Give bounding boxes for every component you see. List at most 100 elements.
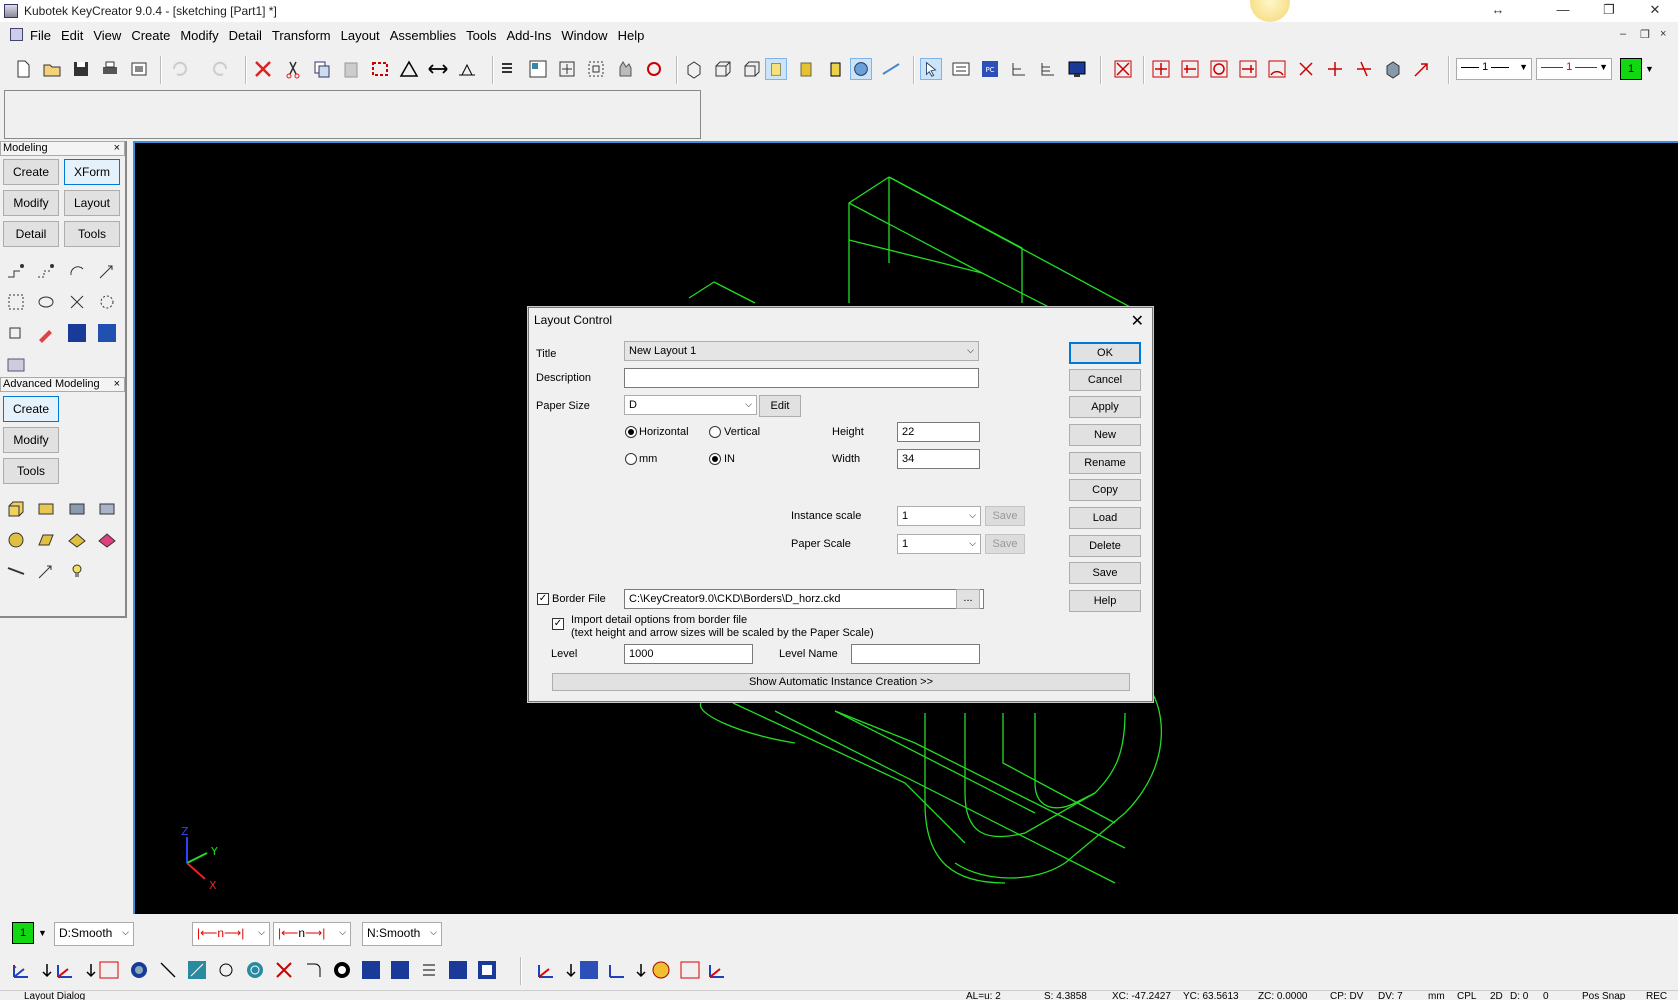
pan-hand-icon[interactable] bbox=[614, 58, 636, 80]
menu-view[interactable]: View bbox=[93, 28, 121, 43]
xform-group-icon[interactable] bbox=[96, 322, 118, 344]
surface-normal-icon[interactable] bbox=[35, 560, 57, 582]
node-tree-2-icon[interactable] bbox=[1037, 58, 1059, 80]
horizontal-radio[interactable] bbox=[625, 426, 637, 438]
mdi-minimize-button[interactable]: – bbox=[1620, 28, 1626, 40]
xform-project-icon[interactable] bbox=[96, 291, 118, 313]
smooth-shading-icon[interactable] bbox=[795, 58, 817, 80]
cplane-icon[interactable] bbox=[10, 959, 32, 981]
xform-rotate-icon[interactable] bbox=[66, 260, 88, 282]
undo-icon[interactable] bbox=[168, 58, 190, 80]
restore-button[interactable]: ❐ bbox=[1586, 0, 1632, 22]
paste-icon[interactable] bbox=[340, 58, 362, 80]
solid-loft-icon[interactable] bbox=[66, 529, 88, 551]
height-input[interactable]: 22 bbox=[897, 422, 980, 442]
modeling-layout-button[interactable]: Layout bbox=[64, 190, 120, 216]
new-file-icon[interactable] bbox=[12, 58, 34, 80]
dialog-close-icon[interactable]: ✕ bbox=[1131, 311, 1144, 331]
modeling-detail-button[interactable]: Detail bbox=[3, 221, 59, 247]
triangle-icon[interactable] bbox=[398, 58, 420, 80]
rotate-view-icon[interactable] bbox=[643, 58, 665, 80]
menu-transform[interactable]: Transform bbox=[272, 28, 331, 43]
circle-icon[interactable] bbox=[215, 959, 237, 981]
menu-assemblies[interactable]: Assemblies bbox=[390, 28, 456, 43]
level-name-input[interactable] bbox=[851, 644, 980, 664]
menu-modify[interactable]: Modify bbox=[180, 28, 218, 43]
camera-view-icon[interactable] bbox=[128, 959, 150, 981]
solid-primitive-icon[interactable] bbox=[66, 498, 88, 520]
level-input[interactable]: 1000 bbox=[624, 644, 753, 664]
cplane-z-icon[interactable] bbox=[706, 959, 728, 981]
snap-arc-icon[interactable] bbox=[1266, 58, 1288, 80]
node-tree-icon[interactable] bbox=[1008, 58, 1030, 80]
snap-midpoint-icon[interactable] bbox=[1179, 58, 1201, 80]
parallel-line-icon[interactable] bbox=[186, 959, 208, 981]
solid-pattern-icon[interactable] bbox=[96, 498, 118, 520]
line-width-dropdown[interactable]: 1 ▼ bbox=[1536, 58, 1612, 80]
minimize-button[interactable]: — bbox=[1540, 0, 1586, 22]
perspective-icon[interactable] bbox=[850, 58, 872, 80]
print-icon[interactable] bbox=[99, 58, 121, 80]
advanced-modify-button[interactable]: Modify bbox=[3, 427, 59, 453]
wireframe-box-icon[interactable] bbox=[712, 58, 734, 80]
snap-intersection-icon[interactable] bbox=[1295, 58, 1317, 80]
paper-size-dropdown[interactable]: D ⌵ bbox=[624, 395, 757, 415]
menu-layout[interactable]: Layout bbox=[341, 28, 380, 43]
modeling-xform-button[interactable]: XForm bbox=[64, 159, 120, 185]
dimension-arrow-dropdown[interactable]: |⟵n⟶| ⌵ bbox=[273, 922, 351, 946]
pointer-select-icon[interactable] bbox=[920, 58, 942, 80]
current-color-swatch[interactable]: 1 bbox=[1620, 58, 1642, 80]
rename-button[interactable]: Rename bbox=[1069, 452, 1141, 474]
2d-3d-icon[interactable] bbox=[98, 959, 120, 981]
xform-translate-icon[interactable] bbox=[5, 260, 27, 282]
menu-edit[interactable]: Edit bbox=[61, 28, 83, 43]
line-icon[interactable] bbox=[157, 959, 179, 981]
new-button[interactable]: New bbox=[1069, 424, 1141, 446]
menu-help[interactable]: Help bbox=[618, 28, 645, 43]
ok-button[interactable]: OK bbox=[1069, 342, 1141, 364]
document-icon[interactable] bbox=[10, 28, 23, 41]
menu-create[interactable]: Create bbox=[131, 28, 170, 43]
cut-icon[interactable] bbox=[282, 58, 304, 80]
viewport-layout-icon[interactable] bbox=[527, 58, 549, 80]
clip-plane-icon[interactable] bbox=[880, 58, 902, 80]
node-list-icon[interactable] bbox=[418, 959, 440, 981]
cplane-4-icon[interactable] bbox=[606, 959, 628, 981]
menu-add-ins[interactable]: Add-Ins bbox=[507, 28, 552, 43]
display-mode-dropdown[interactable]: D:Smooth ⌵ bbox=[54, 922, 134, 946]
line-style-dropdown[interactable]: 1 ▼ bbox=[1456, 58, 1532, 80]
chevron-down-icon[interactable]: ▼ bbox=[1645, 64, 1654, 74]
xform-array-icon[interactable] bbox=[66, 291, 88, 313]
modeling-modify-button[interactable]: Modify bbox=[3, 190, 59, 216]
solid-revolve-icon[interactable] bbox=[5, 529, 27, 551]
instance-scale-dropdown[interactable]: 1 ⌵ bbox=[897, 506, 981, 526]
view-side-icon[interactable] bbox=[447, 959, 469, 981]
browse-button[interactable]: ... bbox=[956, 589, 980, 609]
snap-perpendicular-icon[interactable] bbox=[1324, 58, 1346, 80]
xform-move-icon[interactable] bbox=[96, 260, 118, 282]
delete-button[interactable]: Delete bbox=[1069, 535, 1141, 557]
print-preview-icon[interactable] bbox=[128, 58, 150, 80]
paper-scale-dropdown[interactable]: 1 ⌵ bbox=[897, 534, 981, 554]
properties-dialog-icon[interactable] bbox=[950, 58, 972, 80]
cplane-3-icon[interactable] bbox=[535, 959, 557, 981]
circle-target-icon[interactable] bbox=[244, 959, 266, 981]
light-bulb-icon[interactable] bbox=[66, 560, 88, 582]
copy-button[interactable]: Copy bbox=[1069, 479, 1141, 501]
list-properties-icon[interactable] bbox=[498, 58, 520, 80]
isometric-view-icon[interactable] bbox=[683, 58, 705, 80]
border-file-input[interactable]: C:\KeyCreator9.0\CKD\Borders\D_horz.ckd bbox=[624, 589, 984, 609]
vertical-radio[interactable] bbox=[709, 426, 721, 438]
help-button[interactable]: Help bbox=[1069, 590, 1141, 612]
dimension-angle-icon[interactable] bbox=[456, 58, 478, 80]
chevron-down-icon[interactable]: ▼ bbox=[38, 928, 47, 938]
pc-vue-2-icon[interactable] bbox=[578, 959, 600, 981]
view-iso-icon[interactable] bbox=[476, 959, 498, 981]
redo-icon[interactable] bbox=[210, 58, 232, 80]
xform-stretch-icon[interactable] bbox=[5, 322, 27, 344]
width-input[interactable]: 34 bbox=[897, 449, 980, 469]
edge-shading-icon[interactable] bbox=[824, 58, 846, 80]
cplane-2-icon[interactable] bbox=[54, 959, 76, 981]
modeling-panel-close-icon[interactable]: × bbox=[114, 142, 120, 155]
save-button[interactable]: Save bbox=[1069, 562, 1141, 584]
